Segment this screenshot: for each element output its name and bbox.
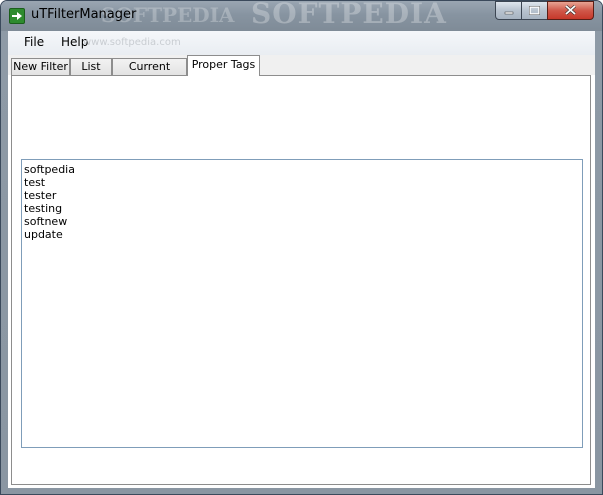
menu-watermark: www.softpedia.com [83,37,181,48]
tab-current-filters[interactable]: Current Filters [112,58,187,89]
green-arrow-icon [9,8,25,24]
list-item[interactable]: test [24,176,580,189]
watermark: SOFTPEDIA [251,0,447,30]
maximize-button[interactable] [521,1,548,20]
close-icon [565,4,576,18]
tab-proper-tags[interactable]: Proper Tags [187,55,260,76]
window-title: uTFilterManager [31,7,137,22]
list-item[interactable]: update [24,228,580,241]
app-window: SOFTPEDIA SOFTPEDIA uTFilterManager File… [0,0,603,495]
minimize-button[interactable] [495,1,522,20]
list-item[interactable]: tester [24,189,580,202]
close-button[interactable] [547,1,594,20]
tab-strip: New Filter List Current Filters Proper T… [8,55,595,89]
menu-file[interactable]: File [24,35,44,49]
list-item[interactable]: softpedia [24,163,580,176]
maximize-icon [529,4,540,18]
list-item[interactable]: softnew [24,215,580,228]
minimize-icon [504,4,514,18]
client-area: File Help www.softpedia.com New Filter L… [8,31,595,488]
tab-new-filter[interactable]: New Filter [11,58,70,75]
tab-panel-proper-tags: softpedia test tester testing softnew up… [11,75,591,485]
list-item[interactable]: testing [24,202,580,215]
tags-listbox[interactable]: softpedia test tester testing softnew up… [21,159,583,448]
tab-list[interactable]: List [70,58,112,75]
menu-bar: File Help www.softpedia.com [8,31,595,55]
title-bar[interactable]: SOFTPEDIA SOFTPEDIA uTFilterManager [1,1,602,31]
